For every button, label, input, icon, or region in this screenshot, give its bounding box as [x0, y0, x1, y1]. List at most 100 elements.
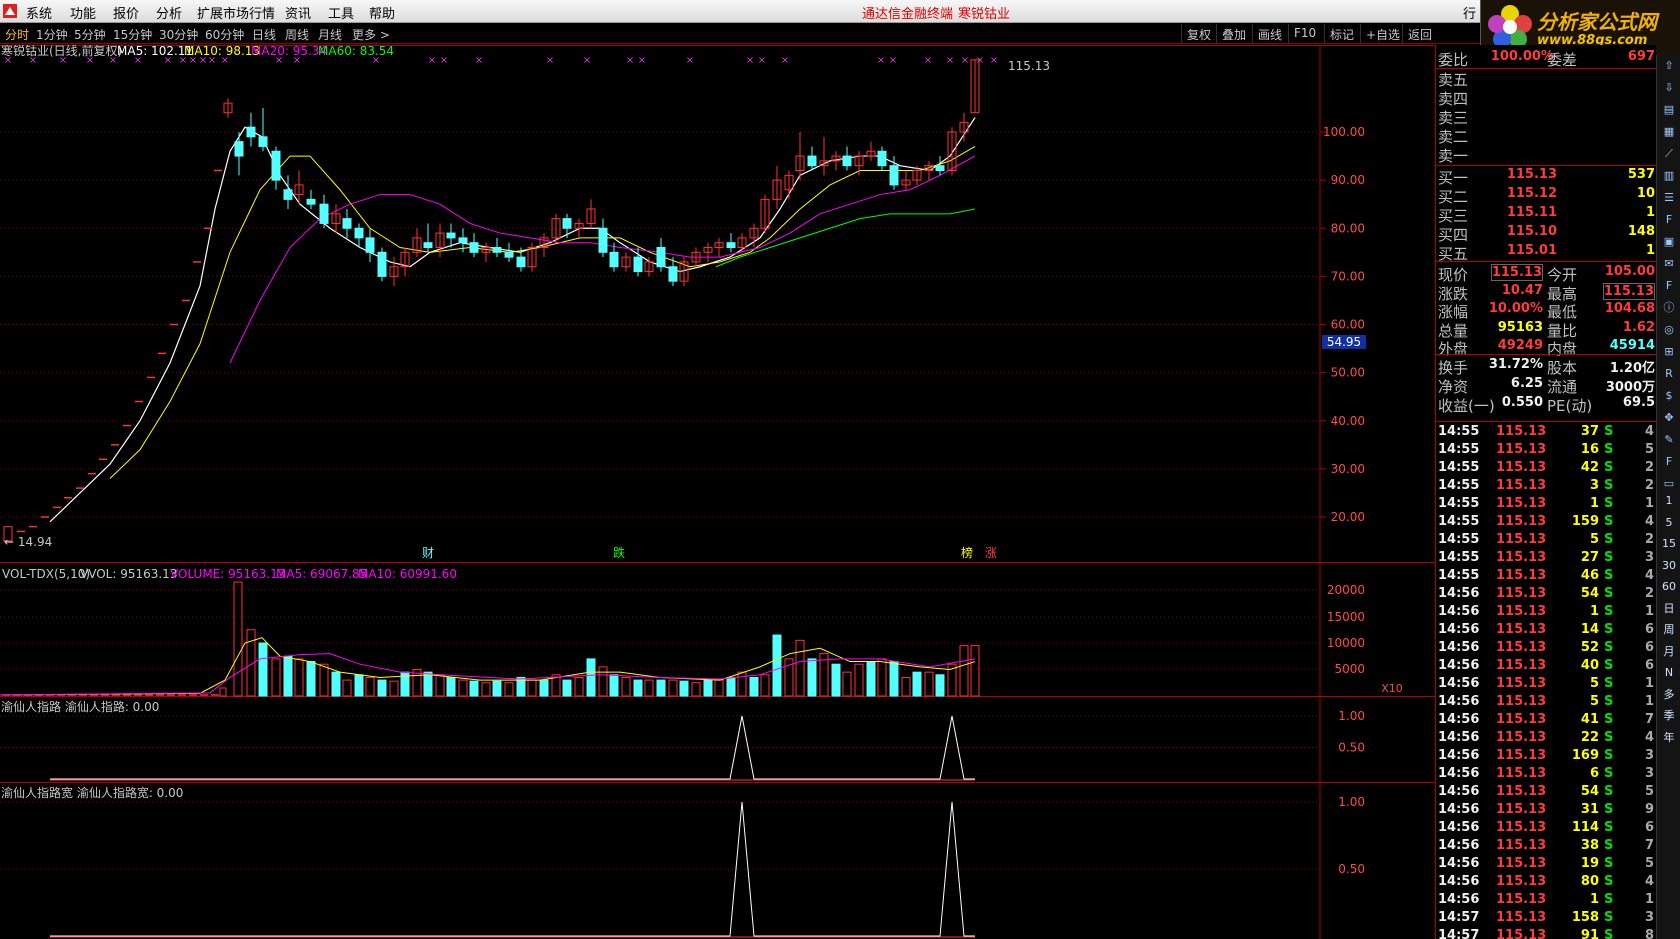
volume-bar-down: [703, 679, 713, 697]
f5-icon[interactable]: F: [1660, 453, 1678, 470]
sell4-row[interactable]: 卖四: [1436, 88, 1657, 108]
doc-icon[interactable]: ▤: [1660, 101, 1678, 118]
sell1-row[interactable]: 卖一: [1436, 145, 1657, 165]
tick-price: 115.13: [1496, 766, 1547, 781]
menu-quote[interactable]: 报价: [113, 3, 139, 22]
tick-volume: 19: [1580, 856, 1599, 871]
tab-1min[interactable]: 1分钟: [36, 26, 68, 43]
period-shortcut[interactable]: 日: [1660, 600, 1678, 617]
sell3-row[interactable]: 卖三: [1436, 107, 1657, 127]
tick-row: 14:56 115.13 169 S 3: [1436, 747, 1657, 765]
tick-list[interactable]: 14:55 115.13 37 S 4 14:55 115.13 16 S 5 14:55 115.1…: [1436, 423, 1657, 939]
info-marker-icon: ×: [372, 55, 380, 66]
candle-down: [807, 155, 817, 167]
buy-price: 115.13: [1506, 167, 1557, 182]
tab-30min[interactable]: 30分钟: [159, 26, 198, 43]
tick-price: 115.13: [1496, 784, 1547, 799]
tab-weekly[interactable]: 周线: [285, 26, 309, 43]
chat-icon[interactable]: ▭: [1660, 475, 1678, 492]
tick-count: 1: [1644, 604, 1654, 619]
candle-down: [609, 251, 619, 268]
menu-function[interactable]: 功能: [70, 3, 96, 22]
tick-time: 14:56: [1438, 892, 1480, 907]
period-shortcut[interactable]: 多: [1660, 686, 1678, 703]
bar-chart-icon[interactable]: ▥: [1660, 167, 1678, 184]
btn-add-watchlist[interactable]: +自选: [1360, 24, 1405, 43]
volume-bar-up: [691, 682, 701, 697]
period-shortcut[interactable]: 60: [1660, 578, 1678, 595]
period-shortcut[interactable]: 15: [1660, 535, 1678, 552]
ma10-line: [109, 146, 976, 479]
period-shortcut[interactable]: 1: [1660, 492, 1678, 509]
stat-row: 涨幅 10.00% 最低 104.68: [1436, 301, 1657, 321]
tab-15min[interactable]: 15分钟: [113, 26, 152, 43]
menu-quote-cut[interactable]: 行: [1463, 3, 1476, 22]
tick-side: S: [1604, 838, 1614, 853]
menu-news[interactable]: 资讯: [285, 3, 311, 22]
rsi-icon[interactable]: R: [1660, 365, 1678, 382]
ma5-line: [49, 117, 976, 523]
menu-help[interactable]: 帮助: [369, 3, 395, 22]
period-shortcut[interactable]: 周: [1660, 621, 1678, 638]
buy1-row[interactable]: 买一 115.13 537: [1436, 167, 1657, 187]
period-shortcut[interactable]: 5: [1660, 514, 1678, 531]
move-icon[interactable]: ✥: [1660, 409, 1678, 426]
buy4-row[interactable]: 买四 115.10 148: [1436, 224, 1657, 244]
calendar-icon[interactable]: ▣: [1660, 233, 1678, 250]
btn-overlay[interactable]: 叠加: [1216, 24, 1251, 43]
up-arrow-icon[interactable]: ⇧: [1660, 57, 1678, 74]
tick-row: 14:56 115.13 38 S 7: [1436, 837, 1657, 855]
tab-daily[interactable]: 日线: [252, 26, 276, 43]
table-icon[interactable]: ▦: [1660, 123, 1678, 140]
volume-bar-up: [959, 645, 969, 697]
buy5-row[interactable]: 买五 115.01 1: [1436, 243, 1657, 263]
btn-draw[interactable]: 画线: [1252, 24, 1287, 43]
tab-more[interactable]: 更多 >: [352, 26, 390, 43]
period-shortcut[interactable]: 30: [1660, 557, 1678, 574]
tick-count: 6: [1644, 820, 1654, 835]
kline-icon[interactable]: ⊞: [1660, 343, 1678, 360]
menu-extended-market[interactable]: 扩展市场行情: [197, 3, 275, 22]
event-marker: 涨: [985, 545, 997, 560]
f2-icon[interactable]: F: [1660, 277, 1678, 294]
period-shortcut[interactable]: 年: [1660, 729, 1678, 746]
buy2-row[interactable]: 买二 115.12 10: [1436, 186, 1657, 206]
btn-f10[interactable]: F10: [1288, 24, 1321, 43]
tick-side: S: [1604, 928, 1614, 939]
period-shortcut[interactable]: 季: [1660, 707, 1678, 724]
sell2-row[interactable]: 卖二: [1436, 126, 1657, 146]
tab-intraday[interactable]: 分时: [5, 26, 29, 43]
pen-icon[interactable]: ✎: [1660, 431, 1678, 448]
high-price-label: 115.13: [1008, 59, 1050, 73]
candle-down: [306, 198, 316, 205]
tab-60min[interactable]: 60分钟: [205, 26, 244, 43]
circle-icon[interactable]: ◎: [1660, 321, 1678, 338]
tick-time: 14:55: [1438, 550, 1480, 565]
kline-chart[interactable]: 100.00 90.00 80.00 70.00 60.00 50.00 40.00 30.0…: [0, 45, 1435, 939]
period-shortcut[interactable]: N: [1660, 664, 1678, 681]
buy3-row[interactable]: 买三 115.11 1: [1436, 205, 1657, 225]
line-chart-icon[interactable]: ⟋: [1660, 145, 1678, 162]
tick-price: 115.13: [1496, 604, 1547, 619]
down-arrow-icon[interactable]: ⇩: [1660, 79, 1678, 96]
menu-analysis[interactable]: 分析: [156, 3, 182, 22]
f10-icon[interactable]: F: [1660, 211, 1678, 228]
tick-count: 2: [1644, 586, 1654, 601]
money-icon[interactable]: $: [1660, 387, 1678, 404]
sell5-row[interactable]: 卖五: [1436, 69, 1657, 89]
btn-fuquan[interactable]: 复权: [1181, 24, 1216, 43]
tick-side: S: [1604, 586, 1614, 601]
btn-back[interactable]: 返回: [1402, 24, 1437, 43]
tab-5min[interactable]: 5分钟: [74, 26, 106, 43]
info-marker-icon: ×: [877, 55, 885, 66]
news-icon[interactable]: ✉: [1660, 255, 1678, 272]
volume-ma10-line: [0, 653, 976, 696]
period-shortcut[interactable]: 月: [1660, 643, 1678, 660]
list-icon[interactable]: ☰: [1660, 189, 1678, 206]
candle-down: [726, 242, 736, 248]
menu-tools[interactable]: 工具: [328, 3, 354, 22]
btn-mark[interactable]: 标记: [1324, 24, 1359, 43]
info-icon[interactable]: ⓘ: [1660, 299, 1678, 316]
tab-monthly[interactable]: 月线: [318, 26, 342, 43]
menu-system[interactable]: 系统: [26, 3, 52, 22]
